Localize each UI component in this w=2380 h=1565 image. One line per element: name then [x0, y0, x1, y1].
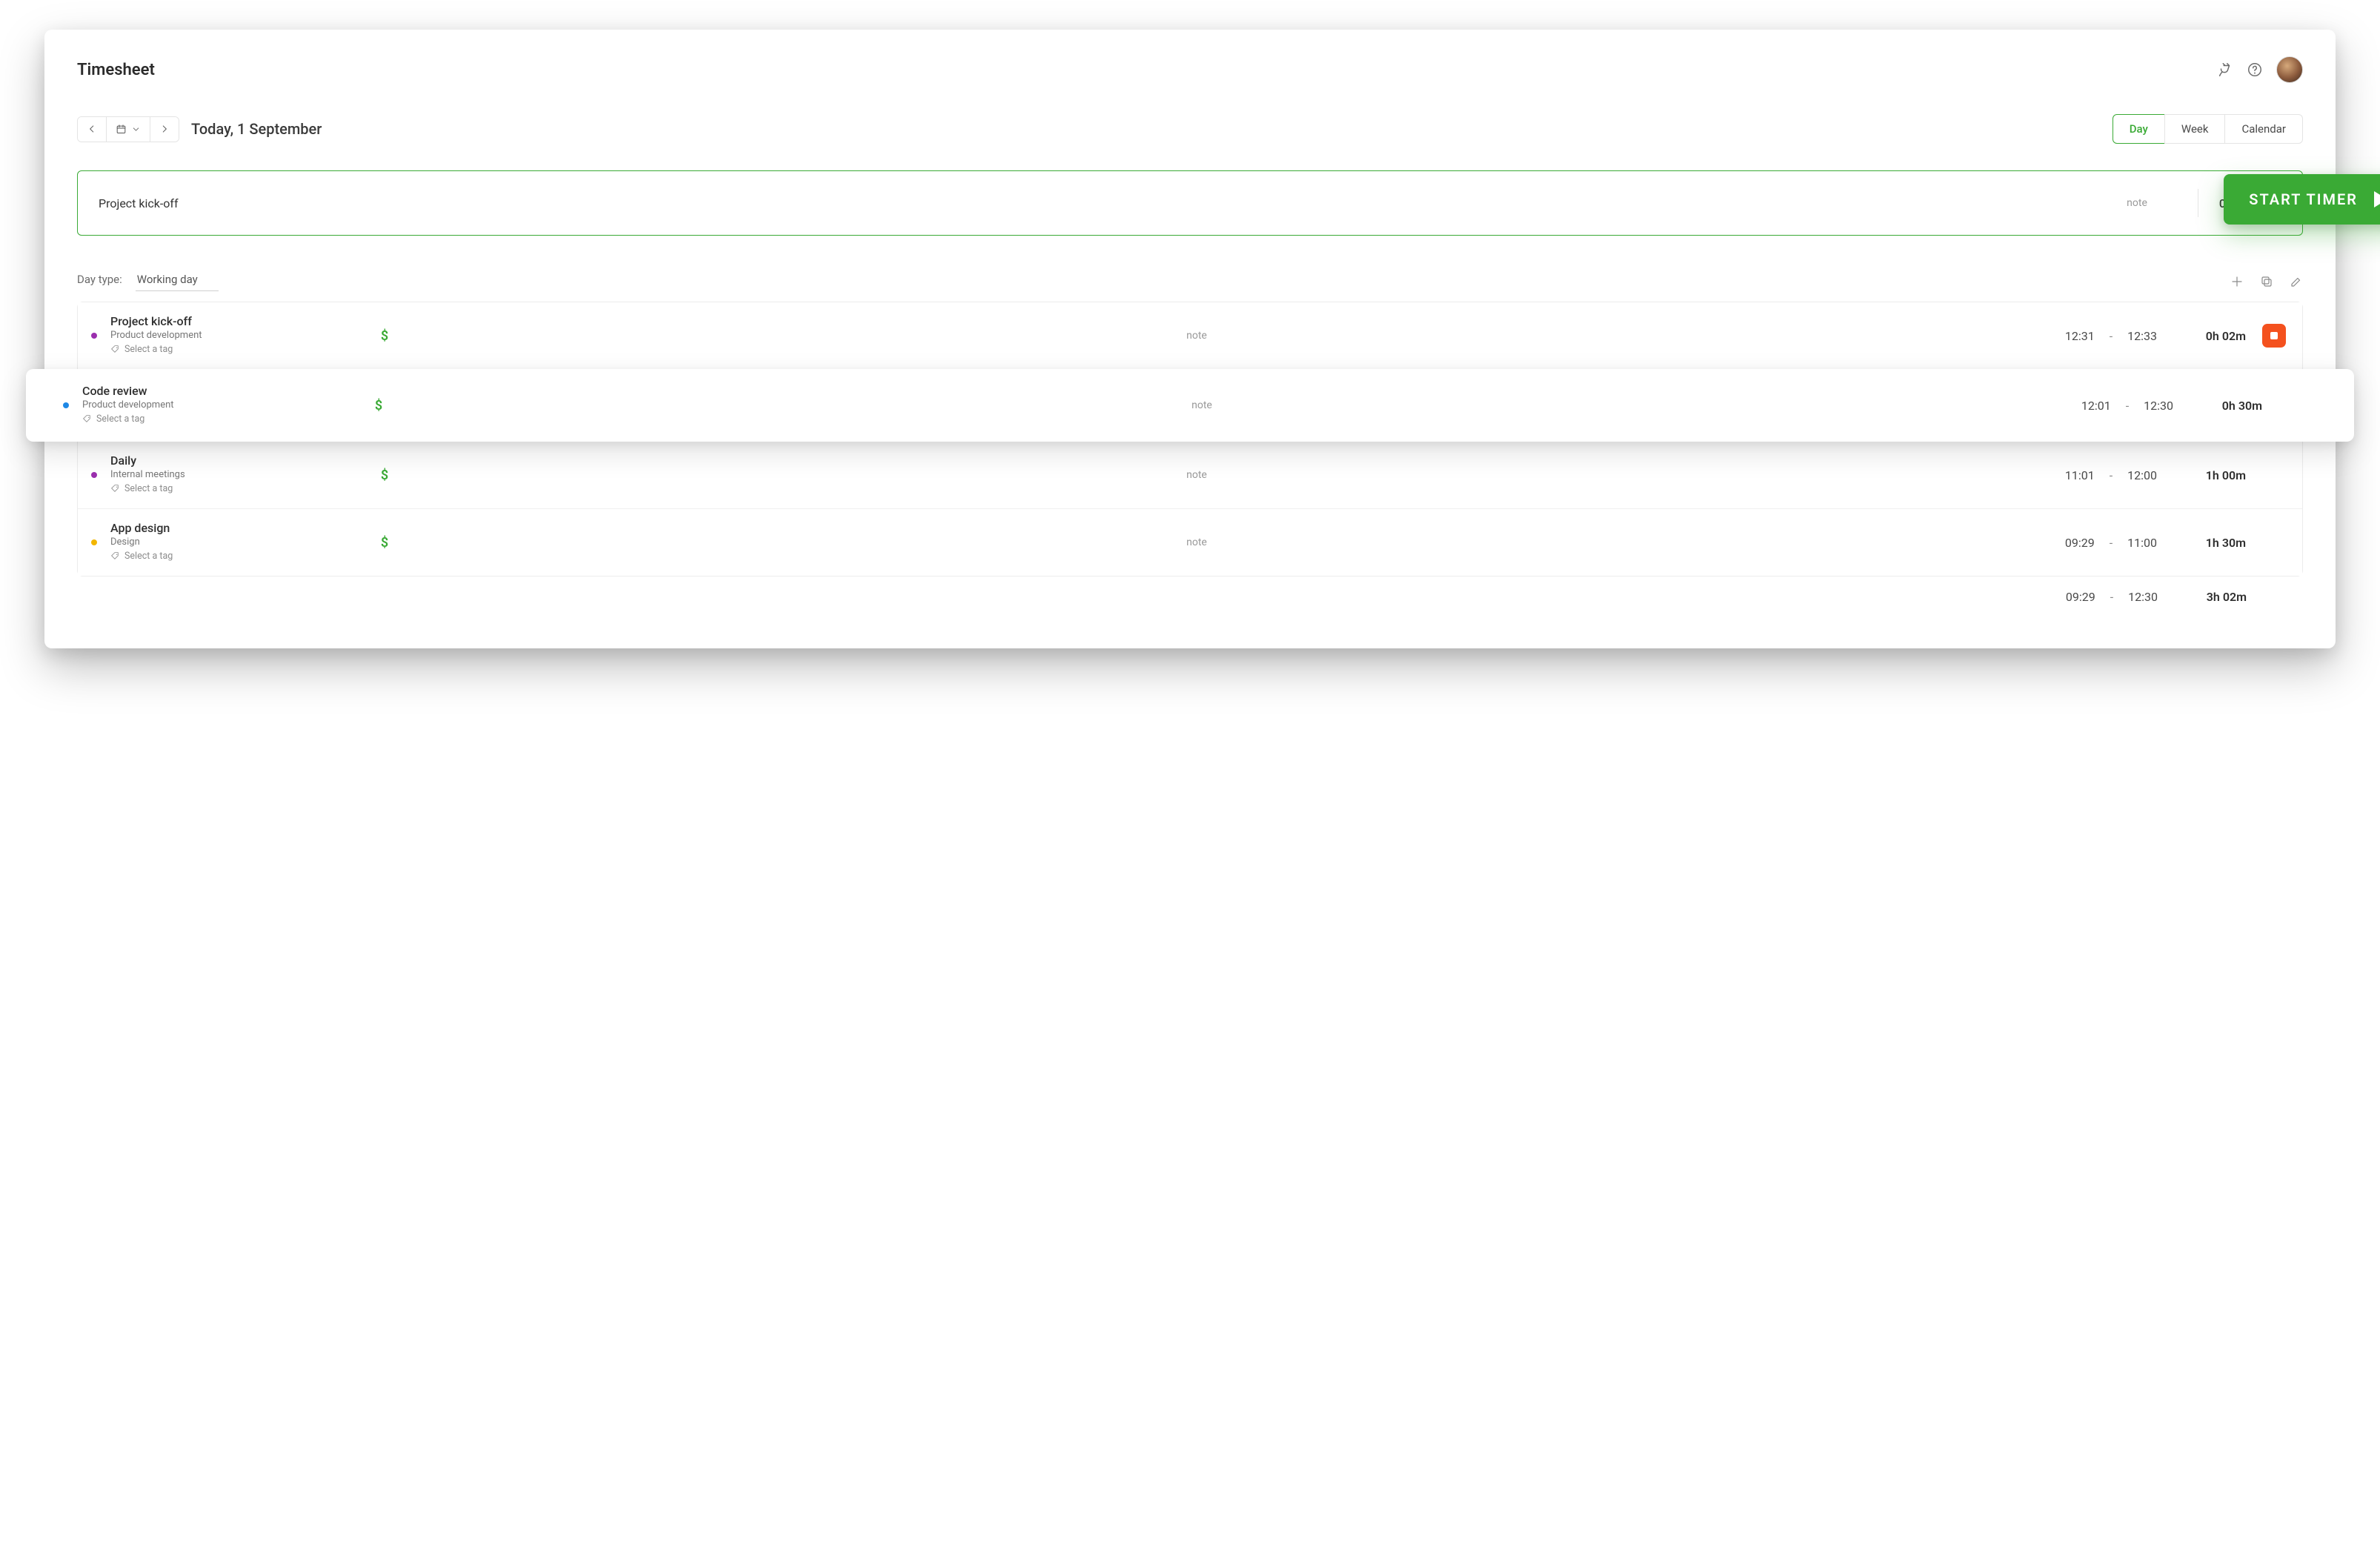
- totals-start: 09:29: [2066, 590, 2095, 604]
- entry-row[interactable]: Project kick-off Product development Selec…: [78, 302, 2302, 369]
- start-timer-label: START TIMER: [2249, 190, 2358, 208]
- edit-entries-button[interactable]: [2290, 275, 2303, 288]
- avatar[interactable]: [2276, 56, 2303, 83]
- billable-toggle[interactable]: $: [362, 468, 407, 483]
- totals-row: 09:29 - 12:30 3h 02m: [77, 577, 2303, 604]
- entry-main: App designDesign Select a tag: [110, 521, 355, 564]
- entry-row[interactable]: Code reviewProduct development Select a t…: [26, 369, 2354, 442]
- chevron-down-icon: [131, 124, 141, 134]
- tag-icon: [110, 551, 120, 561]
- view-switcher: Day Week Calendar: [2113, 114, 2303, 144]
- date-controls: [77, 116, 179, 142]
- date-nav: Today, 1 September: [77, 116, 322, 142]
- daytype-label: Day type:: [77, 273, 122, 286]
- dash: -: [2110, 590, 2113, 604]
- tag-icon: [82, 414, 92, 424]
- entry-project: Product development: [82, 399, 349, 411]
- entry-main: Code reviewProduct development Select a t…: [82, 384, 349, 427]
- entry-time-range[interactable]: 12:01-12:30: [2003, 399, 2173, 413]
- play-icon: [2374, 191, 2380, 207]
- daytype-left: Day type: Working day: [77, 271, 219, 291]
- billable-toggle[interactable]: $: [362, 535, 407, 551]
- copy-entries-button[interactable]: [2260, 275, 2273, 288]
- active-timer-box: Project kick-off note 0h 02m: [77, 170, 2303, 236]
- entry-tag-select[interactable]: Select a tag: [110, 483, 173, 494]
- entry-main: DailyInternal meetings Select a tag: [110, 453, 355, 496]
- entry-title: Project kick-off: [110, 314, 355, 328]
- entry-tag-select[interactable]: Select a tag: [110, 551, 173, 562]
- entry-duration: 0h 30m: [2181, 399, 2262, 413]
- toolbar: Today, 1 September Day Week Calendar: [77, 114, 2303, 144]
- entry-main: Project kick-off Product development Selec…: [110, 314, 355, 357]
- entry-note-input[interactable]: note: [408, 399, 1995, 411]
- entries-list: Project kick-off Product development Selec…: [77, 302, 2303, 577]
- entries-actions: [2230, 275, 2303, 288]
- date-label: Today, 1 September: [191, 120, 322, 138]
- entry-project: Product development: [110, 330, 355, 341]
- project-color-dot: [91, 472, 97, 478]
- active-note-input[interactable]: note: [2097, 197, 2177, 209]
- add-entry-button[interactable]: [2230, 275, 2244, 288]
- active-task-name[interactable]: Project kick-off: [99, 196, 2097, 210]
- entry-note-input[interactable]: note: [414, 330, 1979, 342]
- entry-title: Code review: [82, 384, 349, 398]
- billable-toggle[interactable]: $: [356, 398, 401, 413]
- entry-project: Internal meetings: [110, 469, 355, 480]
- view-week[interactable]: Week: [2164, 114, 2226, 144]
- entry-note-input[interactable]: note: [414, 469, 1979, 481]
- entry-duration: 1h 00m: [2164, 468, 2246, 482]
- entry-title: Daily: [110, 453, 355, 468]
- copy-icon: [2260, 275, 2273, 288]
- project-color-dot: [91, 333, 97, 339]
- timesheet-card: Timesheet: [44, 30, 2336, 648]
- help-icon[interactable]: [2247, 62, 2263, 78]
- entry-tag-select[interactable]: Select a tag: [110, 344, 173, 355]
- tag-icon: [110, 345, 120, 354]
- view-calendar[interactable]: Calendar: [2224, 114, 2303, 144]
- entry-duration: 0h 02m: [2164, 329, 2246, 343]
- totals-end: 12:30: [2128, 590, 2158, 604]
- entry-note-input[interactable]: note: [414, 536, 1979, 548]
- entry-row[interactable]: App designDesign Select a tag $ note 09:29-1…: [78, 508, 2302, 576]
- entry-time-range[interactable]: 12:31-12:33: [1987, 329, 2157, 343]
- stop-timer-button[interactable]: [2262, 324, 2286, 348]
- entry-time-range[interactable]: 09:29-11:00: [1987, 536, 2157, 550]
- page-title: Timesheet: [77, 61, 155, 79]
- entry-tag-select[interactable]: Select a tag: [82, 413, 144, 425]
- project-color-dot: [63, 402, 69, 408]
- plus-icon: [2230, 275, 2244, 288]
- daytype-select[interactable]: Working day: [136, 271, 219, 291]
- billable-toggle[interactable]: $: [362, 328, 407, 344]
- entry-time-range[interactable]: 11:01-12:00: [1987, 468, 2157, 482]
- header: Timesheet: [77, 56, 2303, 83]
- tag-icon: [110, 484, 120, 494]
- entry-project: Design: [110, 536, 355, 548]
- totals-duration: 3h 02m: [2165, 590, 2247, 604]
- header-icons: [2217, 56, 2303, 83]
- view-day[interactable]: Day: [2113, 114, 2165, 144]
- prev-day-button[interactable]: [78, 117, 106, 142]
- edit-icon: [2290, 275, 2303, 288]
- calendar-picker-button[interactable]: [106, 117, 150, 142]
- project-color-dot: [91, 539, 97, 545]
- stop-icon: [2270, 332, 2278, 339]
- plug-icon[interactable]: [2217, 62, 2233, 78]
- entry-title: App design: [110, 521, 355, 535]
- daytype-row: Day type: Working day: [77, 271, 2303, 291]
- calendar-icon: [116, 124, 127, 135]
- entry-duration: 1h 30m: [2164, 536, 2246, 550]
- start-timer-button[interactable]: START TIMER: [2224, 174, 2380, 225]
- entry-row[interactable]: DailyInternal meetings Select a tag $ note 1…: [78, 442, 2302, 508]
- next-day-button[interactable]: [150, 117, 179, 142]
